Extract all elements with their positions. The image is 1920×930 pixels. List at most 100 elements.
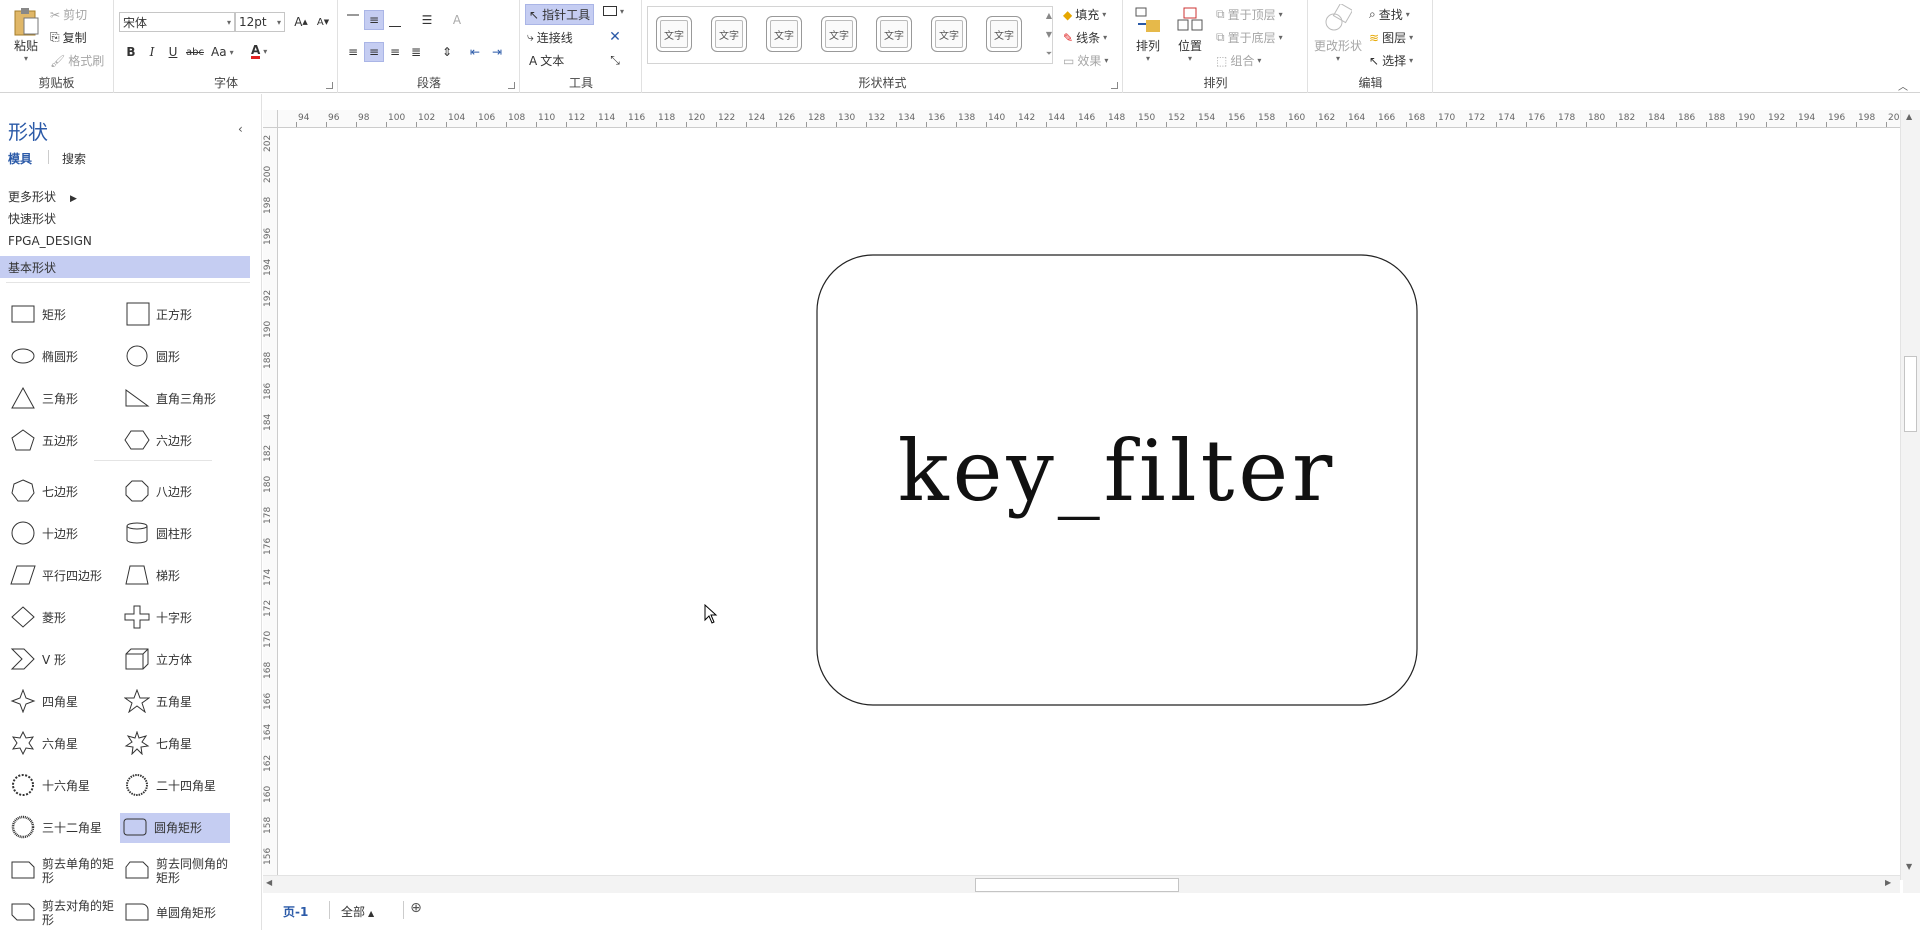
scroll-right-icon[interactable]: ▶ <box>1885 878 1891 887</box>
pointer-tool-button[interactable]: ↖ 指针工具 <box>525 4 595 25</box>
paragraph-spacing-icon[interactable]: ⇕ <box>437 42 457 62</box>
effect-button[interactable]: ▭ 效果 ▾ <box>1063 52 1108 69</box>
style-preset-3[interactable]: 文字 <box>766 16 802 52</box>
nav-basic-shapes[interactable]: 基本形状 <box>0 256 250 278</box>
align-top-icon[interactable]: ⎺ <box>343 10 363 30</box>
grow-font-button[interactable]: A ▲ <box>291 12 311 32</box>
scroll-up-icon[interactable]: ▲ <box>1906 112 1912 121</box>
tab-stencil[interactable]: 模具 <box>8 150 32 167</box>
shape-item[interactable]: V 形 <box>8 645 116 675</box>
style-preset-1[interactable]: 文字 <box>656 16 692 52</box>
vertical-scroll-thumb[interactable] <box>1904 356 1917 432</box>
add-page-icon[interactable]: ⊕ <box>405 897 427 919</box>
shape-item[interactable]: 菱形 <box>8 603 116 633</box>
bold-button[interactable]: B <box>121 42 141 62</box>
align-bottom-icon[interactable]: ⎽ <box>385 10 405 30</box>
shape-item[interactable]: 圆角矩形 <box>120 813 230 843</box>
font-color-button[interactable]: A ▾ <box>251 44 267 59</box>
shrink-font-button[interactable]: A ▼ <box>313 12 333 32</box>
style-preset-7[interactable]: 文字 <box>986 16 1022 52</box>
collapse-ribbon-icon[interactable]: ︿ <box>1898 78 1908 93</box>
fill-button[interactable]: ◆ 填充 ▾ <box>1063 6 1106 23</box>
all-pages-button[interactable]: 全部 ▲ <box>341 903 374 920</box>
shape-item[interactable]: 矩形 <box>8 300 116 330</box>
shape-item[interactable]: 梯形 <box>122 561 230 591</box>
shape-item[interactable]: 六角星 <box>8 729 116 759</box>
change-case-button[interactable]: Aa ▾ <box>211 45 234 59</box>
position-button[interactable]: 位置 ▾ <box>1172 6 1208 63</box>
shape-item[interactable]: 二十四角星 <box>122 771 230 801</box>
align-right-icon[interactable]: ≡ <box>385 42 405 62</box>
shape-item[interactable]: 三十二角星 <box>8 813 116 843</box>
font-name-select[interactable]: 宋体 ▾ <box>119 12 235 32</box>
paragraph-dialog-launcher-icon[interactable] <box>508 82 515 89</box>
select-button[interactable]: ↖ 选择 ▾ <box>1369 52 1413 69</box>
vertical-scrollbar[interactable]: ▲ ▼ <box>1900 110 1920 880</box>
change-shape-button[interactable]: 更改形状 ▾ <box>1311 2 1365 63</box>
layers-button[interactable]: ≋ 图层 ▾ <box>1369 29 1413 46</box>
style-preset-2[interactable]: 文字 <box>711 16 747 52</box>
nav-quick-shapes[interactable]: 快速形状 <box>8 210 56 227</box>
group-button[interactable]: ⬚ 组合 ▾ <box>1216 52 1261 69</box>
shape-item[interactable]: 三角形 <box>8 384 116 414</box>
arrange-button[interactable]: 排列 ▾ <box>1130 6 1166 63</box>
drawing-canvas[interactable]: key_filter <box>263 110 1900 880</box>
shape-item[interactable]: 十字形 <box>122 603 230 633</box>
shape-item[interactable]: 单圆角矩形 <box>122 898 230 928</box>
text-direction-icon[interactable]: A <box>447 10 467 30</box>
bring-to-front-button[interactable]: ⧉ 置于顶层 ▾ <box>1216 6 1283 23</box>
shape-styles-dialog-launcher-icon[interactable] <box>1111 82 1118 89</box>
page-tab-1[interactable]: 页-1 <box>283 903 308 920</box>
find-button[interactable]: ⌕ 查找 ▾ <box>1369 6 1410 23</box>
rectangle-tool-button[interactable]: ▾ <box>603 6 624 16</box>
shape-item[interactable]: 八边形 <box>122 477 230 507</box>
align-center-icon[interactable]: ≡ <box>364 42 384 62</box>
close-icon[interactable]: ✕ <box>605 27 625 47</box>
gallery-scroll[interactable]: ▲ ▼ ⏷ <box>1043 6 1055 64</box>
shape-item[interactable]: 剪去单角的矩形 <box>8 856 116 886</box>
style-preset-6[interactable]: 文字 <box>931 16 967 52</box>
align-middle-icon[interactable]: ≡ <box>364 10 384 30</box>
tab-search[interactable]: 搜索 <box>62 150 86 167</box>
shape-item[interactable]: 四角星 <box>8 687 116 717</box>
horizontal-scroll-thumb[interactable] <box>975 878 1179 892</box>
collapse-panel-icon[interactable]: ‹ <box>238 122 243 136</box>
shape-item[interactable]: 十边形 <box>8 519 116 549</box>
connection-point-icon[interactable]: ⤡ <box>605 50 625 70</box>
font-dialog-launcher-icon[interactable] <box>326 82 333 89</box>
connector-tool-button[interactable]: ⤷ 连接线 <box>527 29 573 46</box>
scroll-left-icon[interactable]: ◀ <box>266 878 272 887</box>
shape-item[interactable]: 正方形 <box>122 300 230 330</box>
shape-item[interactable]: 七角星 <box>122 729 230 759</box>
increase-indent-icon[interactable]: ⇥ <box>487 42 507 62</box>
shape-item[interactable]: 圆形 <box>122 342 230 372</box>
paste-button[interactable]: 粘贴 ▾ <box>6 6 46 66</box>
shape-item[interactable]: 立方体 <box>122 645 230 675</box>
nav-fpga-design[interactable]: FPGA_DESIGN <box>8 234 92 248</box>
nav-more-shapes[interactable]: 更多形状 ▶ <box>8 188 77 205</box>
shape-item[interactable]: 六边形 <box>122 426 230 456</box>
strikethrough-button[interactable]: abc <box>185 42 205 62</box>
shape-item[interactable]: 直角三角形 <box>122 384 230 414</box>
underline-button[interactable]: U <box>163 42 183 62</box>
align-left-icon[interactable]: ≡ <box>343 42 363 62</box>
copy-button[interactable]: ⎘ 复制 <box>50 29 87 46</box>
shape-item[interactable]: 十六角星 <box>8 771 116 801</box>
shape-item[interactable]: 七边形 <box>8 477 116 507</box>
shape-item[interactable]: 五角星 <box>122 687 230 717</box>
line-button[interactable]: ✎ 线条 ▾ <box>1063 29 1107 46</box>
horizontal-scrollbar[interactable]: ◀ ▶ <box>263 875 1920 894</box>
scroll-down-icon[interactable]: ▼ <box>1906 862 1912 871</box>
shape-item[interactable]: 椭圆形 <box>8 342 116 372</box>
decrease-indent-icon[interactable]: ⇤ <box>465 42 485 62</box>
style-preset-5[interactable]: 文字 <box>876 16 912 52</box>
shape-item[interactable]: 剪去对角的矩形 <box>8 898 116 928</box>
text-tool-button[interactable]: A 文本 <box>529 52 564 69</box>
bullets-icon[interactable]: ☰ <box>417 10 437 30</box>
shape-item[interactable]: 五边形 <box>8 426 116 456</box>
send-to-back-button[interactable]: ⧉ 置于底层 ▾ <box>1216 29 1283 46</box>
style-preset-4[interactable]: 文字 <box>821 16 857 52</box>
shape-item[interactable]: 圆柱形 <box>122 519 230 549</box>
format-painter-button[interactable]: 🖌 格式刷 <box>50 52 104 69</box>
justify-icon[interactable]: ≣ <box>406 42 426 62</box>
